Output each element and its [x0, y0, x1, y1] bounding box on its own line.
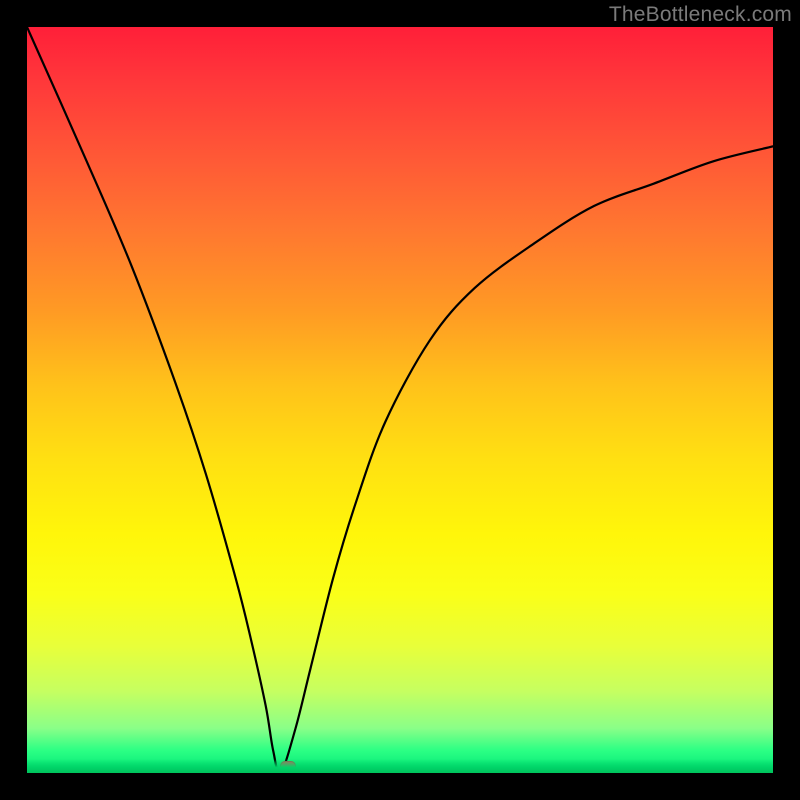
plot-area	[27, 27, 773, 773]
curve-layer	[27, 27, 773, 773]
chart-frame: TheBottleneck.com	[0, 0, 800, 800]
attribution-text: TheBottleneck.com	[609, 3, 792, 27]
bottleneck-curve	[27, 27, 773, 773]
optimum-marker	[280, 761, 296, 772]
